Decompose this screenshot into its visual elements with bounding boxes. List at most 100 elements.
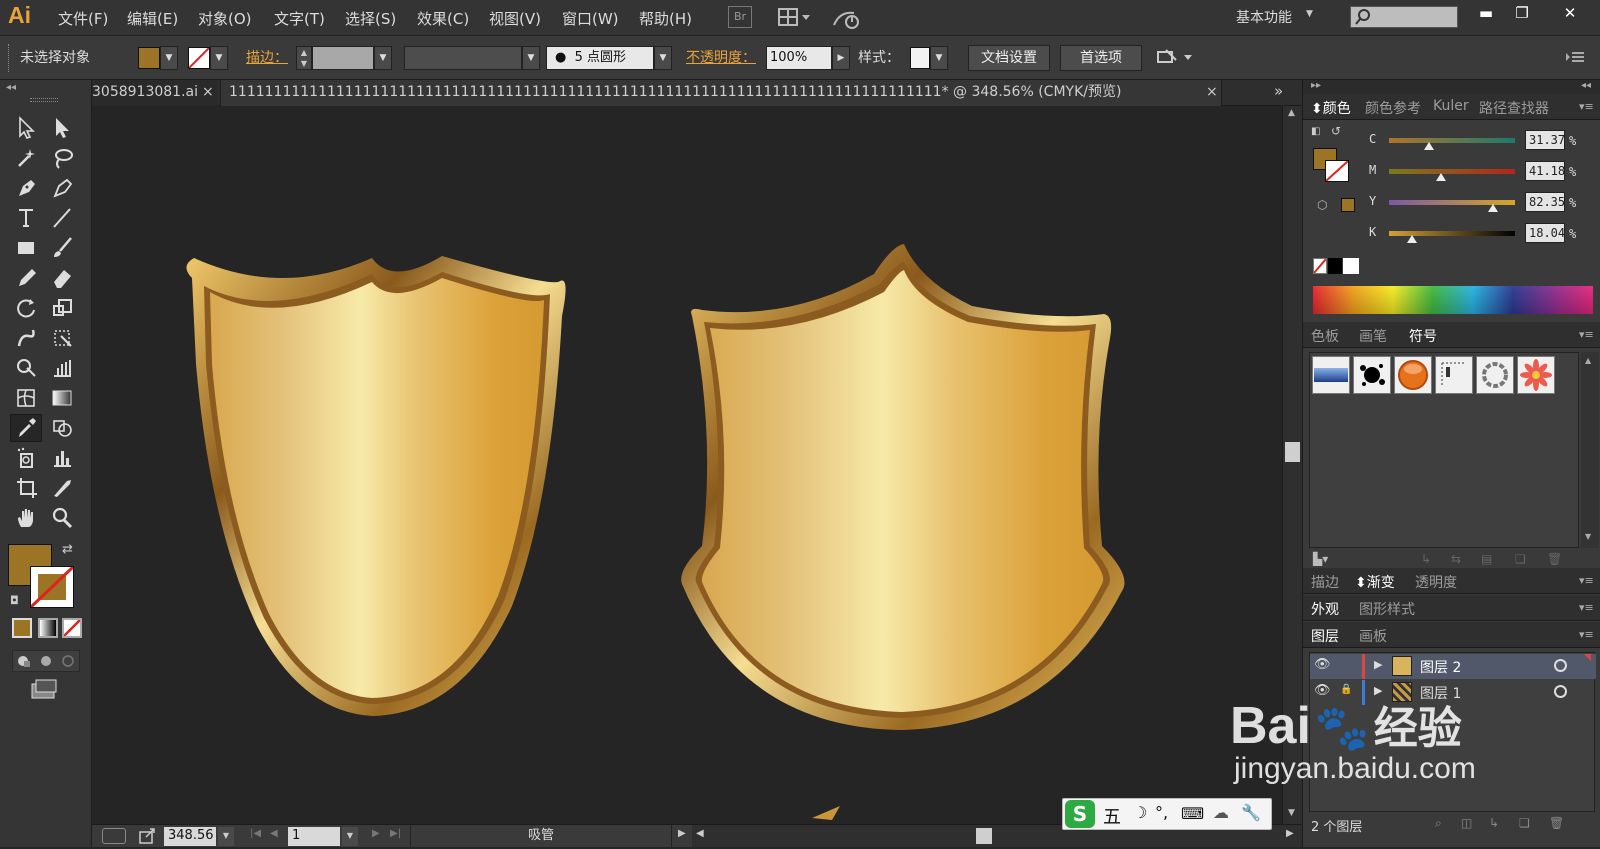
zoom-tool-icon[interactable] xyxy=(46,504,78,532)
menu-window[interactable]: 窗口(W) xyxy=(562,8,619,29)
symbols-scrollbar[interactable]: ▲ ▼ xyxy=(1581,352,1599,548)
shield-right[interactable] xyxy=(681,244,1125,730)
control-bar-grip[interactable] xyxy=(8,44,10,72)
layer-target-icon[interactable] xyxy=(1554,659,1567,672)
white-color-swatch[interactable] xyxy=(1343,258,1359,274)
magic-wand-tool-icon[interactable] xyxy=(10,144,42,172)
paintbrush-tool-icon[interactable] xyxy=(46,234,78,262)
tab-gradient[interactable]: ⬍渐变 xyxy=(1355,572,1395,592)
tab-layers[interactable]: 图层 xyxy=(1311,626,1339,646)
shield-left[interactable] xyxy=(186,256,566,716)
tab-symbols[interactable]: 符号 xyxy=(1409,326,1437,346)
symbol-red-flower[interactable] xyxy=(1517,356,1555,394)
help-search-input[interactable] xyxy=(1350,6,1458,28)
symbol-orange-sphere[interactable] xyxy=(1394,356,1432,394)
selection-tool-icon[interactable] xyxy=(10,114,42,142)
dock-collapse-icon[interactable]: ▸▸ xyxy=(1311,80,1321,91)
arrange-documents-icon[interactable] xyxy=(778,7,814,33)
document-tab[interactable]: 3058913081.ai × xyxy=(92,80,218,106)
preferences-button[interactable]: 首选项 xyxy=(1060,45,1142,71)
channel-value-input[interactable]: 31.37 xyxy=(1525,130,1565,150)
black-color-swatch[interactable] xyxy=(1328,258,1342,274)
tab-kuler[interactable]: Kuler xyxy=(1433,98,1469,114)
tab-color[interactable]: ⬍颜色 xyxy=(1311,98,1351,118)
keyboard-icon[interactable]: ⌨ xyxy=(1181,804,1204,823)
menu-type[interactable]: 文字(T) xyxy=(274,8,325,29)
menu-effect[interactable]: 效果(C) xyxy=(417,8,469,29)
draw-inside-icon[interactable] xyxy=(60,653,76,669)
pen-tool-icon[interactable] xyxy=(10,174,42,202)
artboard-tool-icon[interactable] xyxy=(10,474,42,502)
rectangle-tool-icon[interactable] xyxy=(10,234,42,262)
control-panel-menu-icon[interactable] xyxy=(1566,51,1586,67)
symbol-dotted-frame[interactable] xyxy=(1435,356,1473,394)
tab-graphic-styles[interactable]: 图形样式 xyxy=(1359,599,1415,619)
close-button[interactable]: ✕ xyxy=(1552,0,1588,28)
workspace-switcher[interactable]: 基本功能 xyxy=(1236,7,1292,27)
settings-wrench-icon[interactable]: 🔧 xyxy=(1241,803,1261,822)
scale-tool-icon[interactable] xyxy=(46,294,78,322)
channel-slider-thumb[interactable] xyxy=(1424,142,1434,150)
layer-row[interactable]: 👁 ▶ 图层 2 xyxy=(1310,654,1596,679)
variable-width-dropdown[interactable]: ▼ xyxy=(522,46,540,70)
eraser-tool-icon[interactable] xyxy=(46,264,78,292)
stroke-swatch[interactable] xyxy=(188,47,210,69)
document-tab-active[interactable]: 1111111111111111111111111111111111111111… xyxy=(220,80,1222,106)
menu-file[interactable]: 文件(F) xyxy=(58,8,108,29)
hand-tool-icon[interactable] xyxy=(10,504,42,532)
scroll-thumb[interactable] xyxy=(1285,442,1300,462)
stroke-dropdown[interactable]: ▼ xyxy=(210,46,228,70)
none-color-swatch[interactable] xyxy=(1313,258,1327,274)
fill-swatch[interactable] xyxy=(138,47,160,69)
symbol-ink-splash[interactable] xyxy=(1353,356,1391,394)
tab-close-icon[interactable]: × xyxy=(202,84,214,100)
layer-name[interactable]: 图层 2 xyxy=(1420,657,1461,677)
symbol-options-icon[interactable]: ▤ xyxy=(1481,552,1492,566)
mesh-tool-icon[interactable] xyxy=(10,384,42,412)
channel-value-input[interactable]: 41.18 xyxy=(1525,161,1565,181)
gpu-preview-icon[interactable] xyxy=(102,828,126,844)
ime-mode[interactable]: 五 xyxy=(1103,803,1121,829)
tab-stroke[interactable]: 描边 xyxy=(1311,572,1339,592)
artboard-canvas[interactable] xyxy=(92,106,1282,824)
channel-value-input[interactable]: 18.04 xyxy=(1525,223,1565,243)
artboard-number-input[interactable]: 1 xyxy=(288,827,340,846)
opacity-input[interactable]: 100% xyxy=(766,46,832,70)
eyedropper-tool-icon[interactable] xyxy=(10,414,42,442)
warp-tool-icon[interactable] xyxy=(10,324,42,352)
channel-slider-thumb[interactable] xyxy=(1488,204,1498,212)
panel-menu-icon[interactable]: ▾≡ xyxy=(1579,574,1594,587)
pencil-tool-icon[interactable] xyxy=(10,264,42,292)
channel-value-input[interactable]: 82.35 xyxy=(1525,192,1565,212)
gpu-performance-icon[interactable] xyxy=(832,7,862,35)
sogou-logo-icon[interactable]: S xyxy=(1065,800,1095,828)
h-scroll-thumb[interactable] xyxy=(976,828,992,844)
menu-view[interactable]: 视图(V) xyxy=(489,8,541,29)
scroll-up-icon[interactable]: ▲ xyxy=(1288,108,1295,118)
slice-tool-icon[interactable] xyxy=(46,474,78,502)
skin-icon[interactable]: ☁ xyxy=(1213,803,1229,822)
arrange-icon[interactable] xyxy=(1156,48,1196,72)
restore-button[interactable]: ❐ xyxy=(1504,0,1540,28)
shape-builder-tool-icon[interactable] xyxy=(10,354,42,382)
color-spectrum[interactable] xyxy=(1313,286,1593,314)
new-layer-icon[interactable]: ❏ xyxy=(1519,816,1530,830)
prev-artboard-icon[interactable]: ◀ xyxy=(270,828,278,839)
gradient-mode-button[interactable] xyxy=(38,618,58,638)
color-mode-button[interactable] xyxy=(12,618,32,638)
menu-help[interactable]: 帮助(H) xyxy=(639,8,692,29)
next-artboard-icon[interactable]: ▶ xyxy=(372,828,380,839)
graphic-style-swatch[interactable] xyxy=(910,47,930,69)
channel-slider-track[interactable] xyxy=(1389,138,1515,143)
new-sublayer-icon[interactable]: ↳ xyxy=(1489,816,1499,830)
draw-normal-icon[interactable] xyxy=(16,653,32,669)
blend-tool-icon[interactable] xyxy=(46,414,78,442)
tab-color-guide[interactable]: 颜色参考 xyxy=(1365,98,1421,118)
tab-artboards[interactable]: 画板 xyxy=(1359,626,1387,646)
opacity-slider-toggle[interactable]: ▶ xyxy=(832,46,850,70)
stroke-weight-input[interactable] xyxy=(312,46,374,70)
moon-icon[interactable]: ☽ xyxy=(1133,803,1147,822)
collapse-tools-icon[interactable]: ◂◂ xyxy=(6,82,16,93)
tab-close-icon[interactable]: × xyxy=(1206,80,1222,106)
opacity-label[interactable]: 不透明度： xyxy=(686,47,756,67)
